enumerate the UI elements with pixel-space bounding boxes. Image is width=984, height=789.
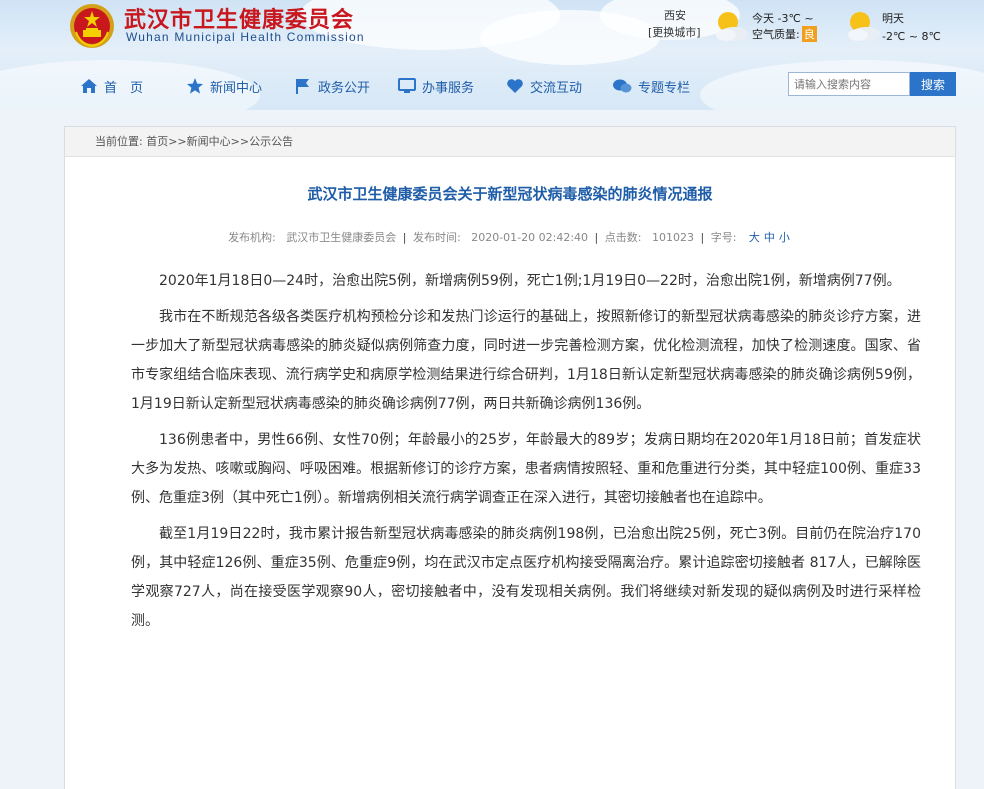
publisher-label: 发布机构: — [228, 231, 276, 244]
weather-today-temp: -3℃ ~ — [777, 12, 814, 25]
font-size-small-link[interactable]: 小 — [779, 231, 790, 244]
nav-item-label: 首 页 — [104, 80, 144, 96]
air-quality: 空气质量: 良 — [752, 26, 817, 42]
monitor-icon — [398, 78, 416, 93]
breadcrumb-link-home[interactable]: 首页 — [146, 135, 168, 148]
nav-item-public-affairs[interactable]: 政务公开 — [294, 76, 370, 96]
weather-tomorrow-temp: -2℃ ~ 8℃ — [882, 30, 941, 43]
nav-item-news[interactable]: 新闻中心 — [186, 76, 262, 96]
publisher-value: 武汉市卫生健康委员会 — [286, 231, 397, 244]
clicks-label: 点击数: — [604, 231, 642, 244]
heart-icon — [507, 79, 523, 93]
font-size-large-link[interactable]: 大 — [749, 231, 760, 244]
search-button[interactable]: 搜索 — [910, 72, 956, 96]
air-quality-badge: 良 — [801, 26, 817, 42]
weather-today: 今天 -3℃ ~ — [752, 10, 814, 26]
site-subtitle: Wuhan Municipal Health Commission — [126, 30, 365, 44]
weather-tomorrow-label: 明天 — [882, 12, 904, 25]
article-paragraph: 2020年1月18日0—24时，治愈出院5例，新增病例59例，死亡1例;1月19… — [159, 273, 901, 289]
nav-item-label: 政务公开 — [318, 80, 371, 96]
search-input[interactable] — [788, 72, 910, 96]
nav-item-home[interactable]: 首 页 — [80, 76, 143, 96]
star-icon — [187, 78, 203, 94]
home-icon — [81, 79, 97, 93]
national-emblem-icon — [70, 4, 114, 48]
font-size-label: 字号: — [710, 231, 737, 244]
nav-item-label: 新闻中心 — [210, 80, 263, 96]
publish-time-value: 2020-01-20 02:42:40 — [471, 231, 589, 244]
nav-item-label: 办事服务 — [422, 80, 475, 96]
nav-item-label: 专题专栏 — [638, 80, 691, 96]
sunny-weather-icon-tomorrow — [848, 12, 880, 41]
site-header: 武汉市卫生健康委员会 Wuhan Municipal Health Commis… — [0, 0, 984, 110]
breadcrumb-link-notices[interactable]: 公示公告 — [249, 135, 293, 148]
breadcrumb-link-news[interactable]: 新闻中心 — [187, 135, 231, 148]
clicks-value: 101023 — [651, 231, 694, 244]
weather-today-label: 今天 — [752, 12, 774, 25]
article-paragraph: 我市在不断规范各级各类医疗机构预检分诊和发热门诊运行的基础上，按照新修订的新型冠… — [131, 309, 921, 412]
article-body: 2020年1月18日0—24时，治愈出院5例，新增病例59例，死亡1例;1月19… — [131, 267, 921, 643]
sunny-weather-icon — [716, 12, 748, 41]
chat-icon — [613, 79, 632, 93]
nav-item-topics[interactable]: 专题专栏 — [612, 76, 690, 96]
article-title: 武汉市卫生健康委员会关于新型冠状病毒感染的肺炎情况通报 — [307, 185, 713, 203]
publish-time-label: 发布时间: — [413, 231, 461, 244]
article-paragraph: 截至1月19日22时，我市累计报告新型冠状病毒感染的肺炎病例198例，已治愈出院… — [131, 526, 921, 629]
flag-icon — [296, 79, 309, 94]
breadcrumb: 当前位置: 首页>>新闻中心>>公示公告 — [65, 127, 955, 157]
font-size-medium-link[interactable]: 中 — [764, 231, 775, 244]
article-paragraph: 136例患者中，男性66例、女性70例；年龄最小的25岁，年龄最大的89岁；发病… — [131, 432, 921, 506]
breadcrumb-separator: >> — [168, 135, 187, 148]
weather-city: 西安 — [664, 9, 686, 22]
breadcrumb-separator: >> — [230, 135, 250, 148]
nav-item-label: 交流互动 — [530, 80, 583, 96]
change-city-link[interactable]: [更换城市] — [648, 24, 701, 40]
air-quality-label: 空气质量: — [752, 28, 800, 41]
nav-item-interaction[interactable]: 交流互动 — [506, 76, 582, 96]
article-meta: 发布机构: 武汉市卫生健康委员会 | 发布时间: 2020-01-20 02:4… — [228, 231, 790, 244]
article-card: 当前位置: 首页>>新闻中心>>公示公告 武汉市卫生健康委员会关于新型冠状病毒感… — [64, 126, 956, 789]
nav-item-services[interactable]: 办事服务 — [398, 76, 474, 96]
breadcrumb-prefix: 当前位置: — [95, 135, 143, 148]
